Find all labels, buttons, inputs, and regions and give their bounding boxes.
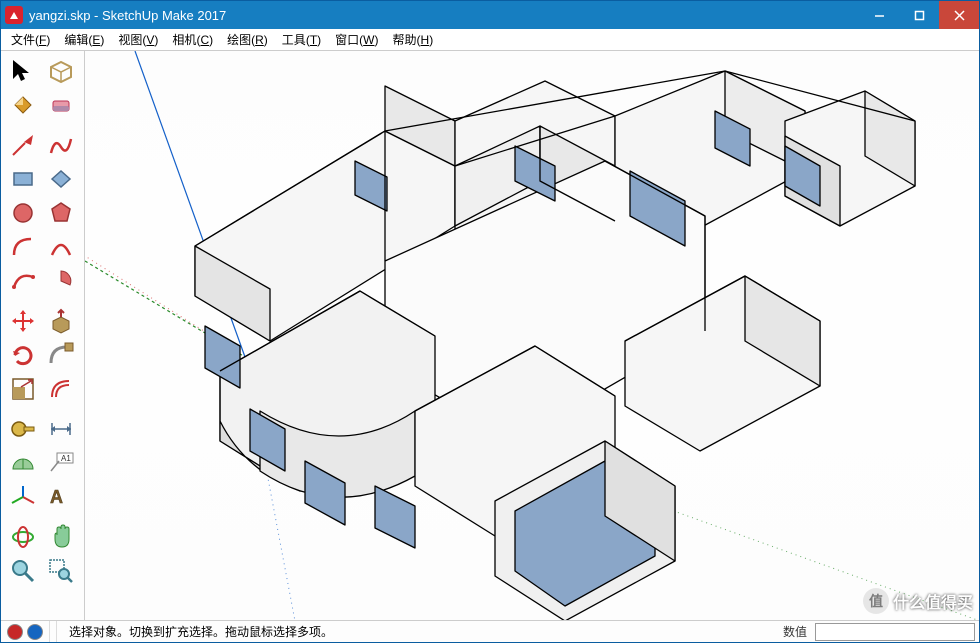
pie-tool[interactable] [43,265,79,297]
3d-text-tool[interactable] [43,481,79,513]
menu-edit[interactable]: 编辑(E) [58,29,110,50]
maximize-button[interactable] [899,1,939,29]
polygon-tool[interactable] [43,197,79,229]
window-title: yangzi.skp - SketchUp Make 2017 [29,8,859,23]
menu-file[interactable]: 文件(F) [5,29,56,50]
statusbar: 选择对象。切换到扩充选择。拖动鼠标选择多项。 数值 [1,620,979,642]
measurement-input[interactable] [815,623,975,641]
arc-tool[interactable] [5,231,41,263]
close-button[interactable] [939,1,979,29]
minimize-button[interactable] [859,1,899,29]
zoom-tool[interactable] [5,555,41,587]
status-toggle-group [1,621,50,642]
eraser-tool[interactable] [43,89,79,121]
rotate-tool[interactable] [5,339,41,371]
arc-3point-tool[interactable] [5,265,41,297]
viewport-3d[interactable]: 值 什么值得买 [85,51,979,620]
zoom-window-tool[interactable] [43,555,79,587]
menu-help[interactable]: 帮助(H) [387,29,440,50]
text-tool[interactable] [43,447,79,479]
scale-tool[interactable] [5,373,41,405]
tape-measure-tool[interactable] [5,413,41,445]
axes-tool[interactable] [5,481,41,513]
watermark: 值 什么值得买 [863,588,973,614]
workspace: A1 A [1,51,979,620]
pan-tool[interactable] [43,521,79,553]
move-tool[interactable] [5,305,41,337]
watermark-text: 什么值得买 [893,589,973,613]
menu-window[interactable]: 窗口(W) [329,29,384,50]
app-window: yangzi.skp - SketchUp Make 2017 文件(F) 编辑… [0,0,980,643]
protractor-tool[interactable] [5,447,41,479]
rectangle-tool[interactable] [5,163,41,195]
offset-tool[interactable] [43,373,79,405]
push-pull-tool[interactable] [43,305,79,337]
make-component-tool[interactable] [43,55,79,87]
orbit-tool[interactable] [5,521,41,553]
paint-bucket-tool[interactable] [5,89,41,121]
menubar: 文件(F) 编辑(E) 视图(V) 相机(C) 绘图(R) 工具(T) 窗口(W… [1,29,979,51]
toolbar: A1 A [1,51,85,620]
status-hint: 选择对象。切换到扩充选择。拖动鼠标选择多项。 [63,623,775,640]
window-controls [859,1,979,29]
select-tool[interactable] [5,55,41,87]
credits-toggle-icon[interactable] [27,624,43,640]
measurement-label: 数值 [775,623,815,640]
line-tool[interactable] [5,129,41,161]
arc-2point-tool[interactable] [43,231,79,263]
menu-view[interactable]: 视图(V) [112,29,164,50]
watermark-badge-icon: 值 [863,588,889,614]
rotated-rectangle-tool[interactable] [43,163,79,195]
status-separator [56,621,57,642]
menu-camera[interactable]: 相机(C) [166,29,219,50]
geolocation-toggle-icon[interactable] [7,624,23,640]
app-logo-icon [5,6,23,24]
freehand-tool[interactable] [43,129,79,161]
menu-tools[interactable]: 工具(T) [276,29,327,50]
menu-draw[interactable]: 绘图(R) [221,29,274,50]
dimension-tool[interactable] [43,413,79,445]
circle-tool[interactable] [5,197,41,229]
follow-me-tool[interactable] [43,339,79,371]
titlebar: yangzi.skp - SketchUp Make 2017 [1,1,979,29]
